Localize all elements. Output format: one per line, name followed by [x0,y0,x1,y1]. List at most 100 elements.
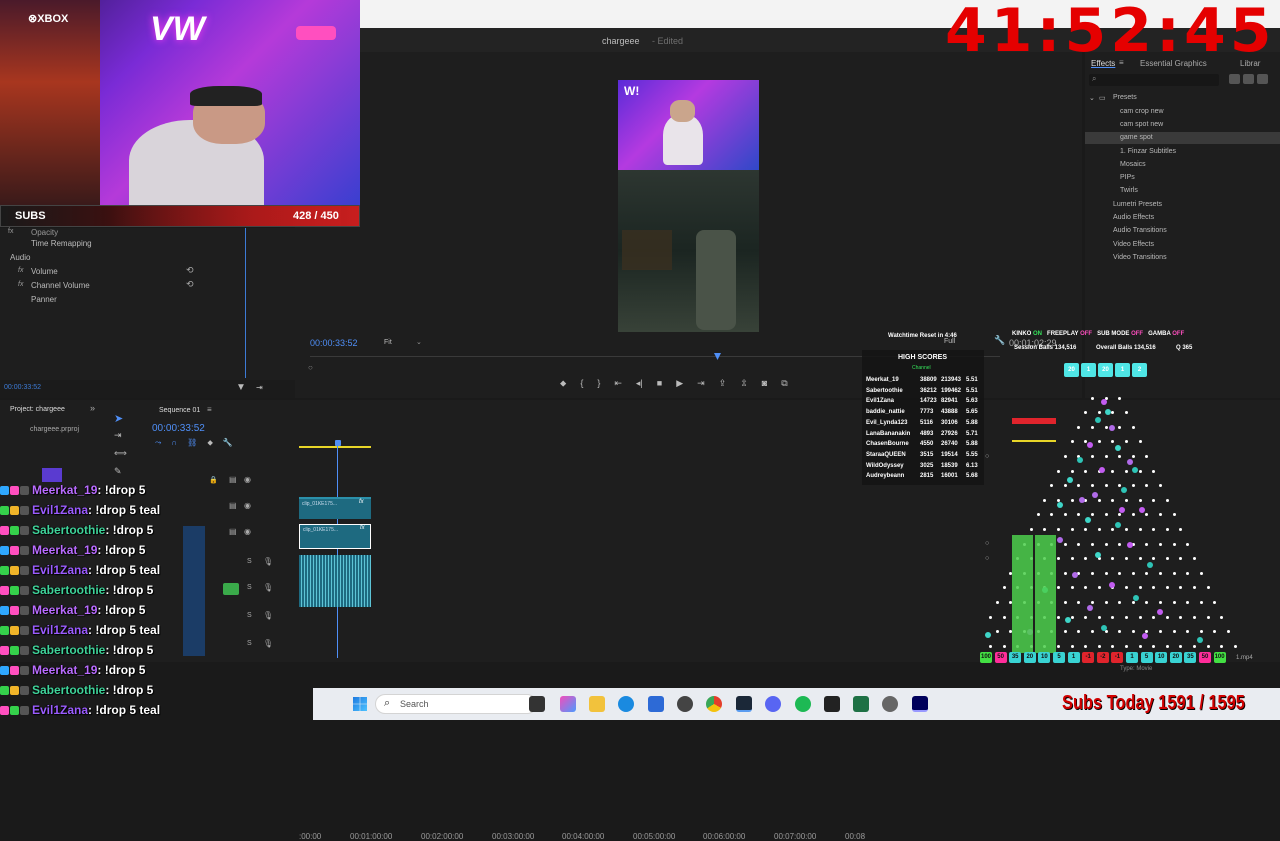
steam-icon[interactable] [736,696,752,712]
mic-icon[interactable]: 🎙 [263,639,273,648]
linked-icon[interactable]: ⛓ [187,438,197,448]
tree-lumetri-presets[interactable]: Lumetri Presets [1113,201,1162,208]
scroll-handle[interactable]: ○ [985,555,989,562]
mark-out-icon[interactable]: } [597,378,600,392]
marker-icon[interactable]: ⬥ [560,378,566,392]
mic-icon[interactable]: 🎙 [263,557,273,566]
tree-pips[interactable]: PIPs [1120,174,1135,181]
scroll-handle[interactable]: ○ [985,540,989,547]
tree-game-spot[interactable]: game spot [1120,134,1153,141]
video-clip-v1[interactable]: clip_01KE175... fx [299,524,371,549]
edge-icon[interactable] [618,696,634,712]
copilot-icon[interactable] [560,696,576,712]
mic-icon[interactable]: 🎙 [263,611,273,620]
menu-icon[interactable]: ≡ [207,405,212,414]
solo-button[interactable]: S [247,584,252,591]
wrench-icon[interactable]: 🔧 [994,335,1005,346]
filter-icon[interactable]: ▼ [236,382,246,393]
timeline-timecode[interactable]: 00:00:33:52 [152,423,205,434]
volume-label[interactable]: Volume [31,267,58,276]
ripple-edit-icon[interactable]: ⟺ [114,448,127,459]
tree-audio-effects[interactable]: Audio Effects [1113,214,1154,221]
reset-icon[interactable]: ⟲ [186,279,194,290]
solo-button[interactable]: S [247,640,252,647]
channel-volume-label[interactable]: Channel Volume [31,281,90,290]
export-icon[interactable]: ⇥ [256,383,263,392]
tree-chevron-icon[interactable]: ⌄ [1089,94,1095,102]
spotify-icon[interactable] [795,696,811,712]
chevron-right-icon[interactable]: » [90,403,95,413]
go-to-out-icon[interactable]: ⇥ [697,378,705,392]
solo-button[interactable]: S [247,612,252,619]
panner-label[interactable]: Panner [31,295,57,304]
lift-icon[interactable]: ⇪ [719,378,727,392]
accelerated-filter-icon[interactable] [1229,74,1240,84]
tree-audio-transitions[interactable]: Audio Transitions [1113,227,1167,234]
effects-search-input[interactable]: ⌕ [1089,74,1219,86]
tree-video-effects[interactable]: Video Effects [1113,241,1154,248]
tree-video-transitions[interactable]: Video Transitions [1113,254,1167,261]
excel-icon[interactable] [853,696,869,712]
timeline-playhead[interactable] [337,440,338,658]
time-remap-label[interactable]: Time Remapping [31,239,92,248]
fit-dropdown[interactable]: Fit [384,339,392,346]
store-icon[interactable] [648,696,664,712]
track-lock-icon[interactable]: 🔒 [209,476,218,484]
file-explorer-icon[interactable] [589,696,605,712]
32bit-filter-icon[interactable] [1243,74,1254,84]
tree-cam-spot-new[interactable]: cam spot new [1120,121,1163,128]
project-tab[interactable]: Project: chargeee [10,406,65,413]
tree-finzar-subtitles[interactable]: 1. Finzar Subtitles [1120,148,1176,155]
mic-icon[interactable]: 🎙 [263,583,273,592]
compare-icon[interactable]: ⧉ [781,378,787,392]
video-clip-v2[interactable]: clip_01KE175... fx [299,497,371,519]
taskbar-search[interactable]: ⌕ Search [375,694,537,714]
mark-in-icon[interactable]: { [580,378,583,392]
tree-presets[interactable]: Presets [1113,94,1137,101]
reset-icon[interactable]: ⟲ [186,265,194,276]
eye-icon[interactable]: ◉ [244,527,251,536]
obs-icon[interactable] [677,696,693,712]
playhead-handle[interactable] [335,440,341,446]
mute-toggle-on[interactable] [223,583,239,595]
scrub-start[interactable]: ○ [308,363,313,372]
snap-icon[interactable]: ∩ [171,438,177,448]
tree-mosaics[interactable]: Mosaics [1120,161,1146,168]
tree-twirls[interactable]: Twirls [1120,187,1138,194]
discord-icon[interactable] [765,696,781,712]
track-film-icon[interactable]: ▤ [229,501,237,510]
track-film-icon[interactable]: ▤ [229,527,237,536]
marker-icon[interactable]: ⬥ [207,438,213,448]
windows-start-icon[interactable] [353,697,367,711]
settings-gear-icon[interactable] [882,696,898,712]
camera-icon[interactable]: ◙ [762,378,767,392]
program-timecode[interactable]: 00:00:33:52 [310,338,358,348]
scroll-handle[interactable]: ○ [985,453,989,460]
timeline-tab[interactable]: Sequence 01 [159,407,200,414]
extract-icon[interactable]: ⇫ [740,378,748,392]
task-view-icon[interactable] [529,696,545,712]
selection-tool-icon[interactable]: ➤ [114,412,123,425]
chrome-icon[interactable] [706,696,722,712]
nest-icon[interactable]: ⤳ [155,438,161,448]
chevron-down-icon[interactable]: ⌄ [416,338,422,346]
yuv-filter-icon[interactable] [1257,74,1268,84]
full-dropdown[interactable]: Full [944,338,955,345]
eye-icon[interactable]: ◉ [244,475,251,484]
step-back-icon[interactable]: ◂| [636,378,643,392]
work-area-bar[interactable] [299,446,371,448]
play-icon[interactable]: ▶ [676,378,683,392]
plinko-peg [1172,630,1176,634]
premiere-pro-icon[interactable] [912,696,928,712]
wrench-icon[interactable]: 🔧 [223,438,233,448]
solo-button[interactable]: S [247,558,252,565]
track-select-icon[interactable]: ⇥ [114,430,122,441]
audio-clip[interactable] [299,555,371,607]
track-film-icon[interactable]: ▤ [229,475,237,484]
eye-icon[interactable]: ◉ [244,501,251,510]
tree-cam-crop-new[interactable]: cam crop new [1120,108,1164,115]
xbox-app-icon[interactable] [824,696,840,712]
go-to-in-icon[interactable]: ⇤ [614,378,622,392]
stop-icon[interactable]: ■ [657,378,662,392]
razor-tool-icon[interactable]: ✎ [114,466,122,477]
